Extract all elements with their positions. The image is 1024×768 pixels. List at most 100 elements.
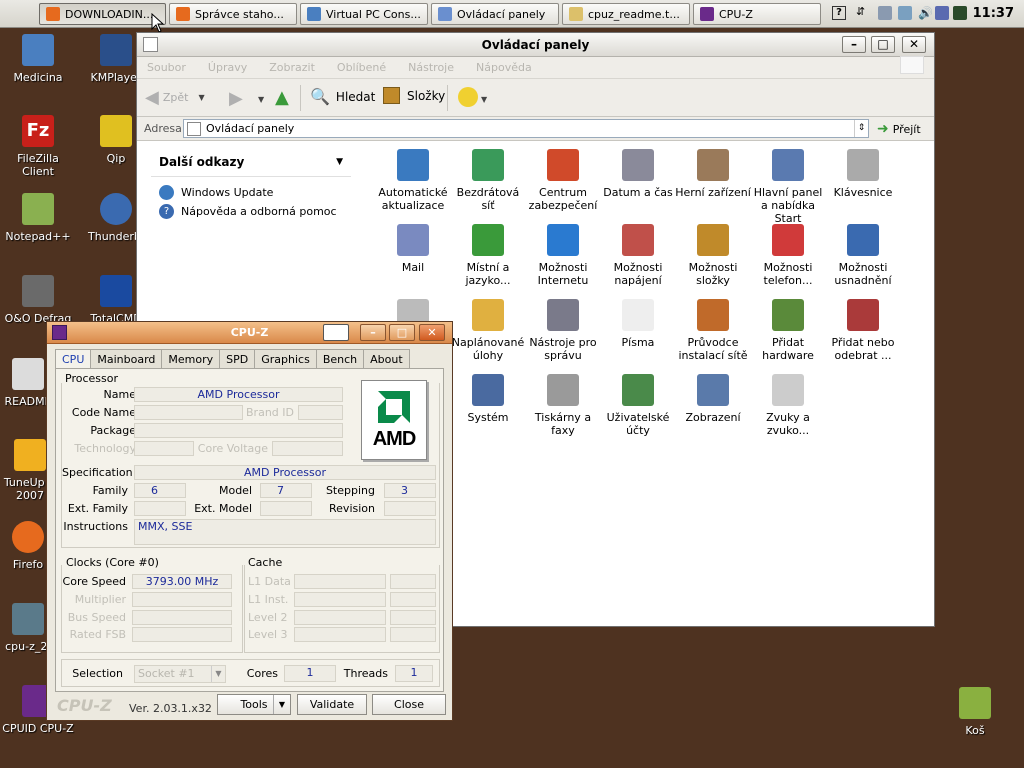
window-menu-button[interactable] [323, 324, 349, 341]
control-panel-item[interactable]: Uživatelské účty [600, 374, 676, 437]
menu-item-zobrazit[interactable]: Zobrazit [269, 61, 315, 74]
control-panel-item[interactable]: Bezdrátová síť [450, 149, 526, 212]
menu-item-soubor[interactable]: Soubor [147, 61, 186, 74]
control-panel-item[interactable]: Tiskárny a faxy [525, 374, 601, 437]
tab-memory[interactable]: Memory [161, 349, 221, 369]
minimize-button[interactable]: – [360, 324, 386, 341]
tools-button[interactable]: Tools ▼ [217, 694, 291, 715]
tab-graphics[interactable]: Graphics [254, 349, 317, 369]
name-label: Name [103, 388, 136, 401]
control-panel-item[interactable]: Datum a čas [600, 149, 676, 199]
address-bar: Adresa Ovládací panely ⇕ ➜ Přejít [137, 117, 934, 141]
control-panel-item[interactable]: Automatické aktualizace [375, 149, 451, 212]
control-panel-item[interactable]: Přidat hardware [750, 299, 826, 362]
control-panel-item-icon [397, 224, 429, 256]
menu-item-upravy[interactable]: Úpravy [208, 61, 247, 74]
chevron-down-icon[interactable]: ▼ [198, 93, 204, 102]
chevron-down-icon[interactable]: ▼ [258, 95, 264, 104]
control-panel-item[interactable]: Naplánované úlohy [450, 299, 526, 362]
tab-mainboard[interactable]: Mainboard [90, 349, 163, 369]
close-button[interactable]: ✕ [902, 36, 926, 53]
control-panel-item-icon [547, 299, 579, 331]
clock[interactable]: 11:37 [973, 6, 1014, 21]
menu-item-napoveda[interactable]: Nápověda [476, 61, 532, 74]
chevron-down-icon[interactable]: ▼ [481, 95, 487, 104]
taskbar-button-control-panel[interactable]: Ovládací panely [431, 3, 559, 25]
volume-icon[interactable]: 🔊 [918, 6, 933, 20]
control-panel-item[interactable]: Systém [450, 374, 526, 424]
control-panel-item[interactable]: Přidat nebo odebrat ... [825, 299, 901, 362]
tab-bench[interactable]: Bench [315, 349, 365, 369]
control-panel-item[interactable]: Klávesnice [825, 149, 901, 199]
control-panel-item[interactable]: Možnosti usnadnění [825, 224, 901, 287]
forward-arrow-icon[interactable]: ▶ [229, 88, 243, 109]
window-titlebar[interactable]: CPU-Z – □ ✕ [47, 322, 452, 344]
tab-spd[interactable]: SPD [219, 349, 256, 369]
control-panel-item-icon [622, 299, 654, 331]
window-titlebar[interactable]: Ovládací panely – □ ✕ [137, 33, 934, 57]
socket-select[interactable]: Socket #1 ▼ [134, 665, 226, 683]
validate-button[interactable]: Validate [297, 694, 367, 715]
desktop-icon-oo-defrag[interactable]: O&O Defrag [0, 275, 76, 325]
desktop-icon-recycle-bin[interactable]: Koš [937, 687, 1013, 737]
taskbar-button-readme[interactable]: cpuz_readme.t... [562, 3, 690, 25]
sidebar-link-label: Windows Update [181, 186, 274, 199]
folders-button[interactable]: Složky [383, 87, 445, 104]
taskbar-button-firefox-download[interactable]: DOWNLOADIN... [39, 3, 166, 25]
control-panel-item[interactable]: Možnosti složky [675, 224, 751, 287]
maximize-button[interactable]: □ [389, 324, 415, 341]
address-input[interactable]: Ovládací panely ⇕ [183, 119, 869, 138]
desktop-icon-medicina[interactable]: Medicina [0, 34, 76, 84]
network-wireless-icon[interactable] [898, 6, 912, 20]
desktop-icon-notepadpp[interactable]: Notepad++ [0, 193, 76, 243]
control-panel-item[interactable]: Nástroje pro správu [525, 299, 601, 362]
filezilla-icon: Fz [22, 115, 54, 147]
control-panel-item[interactable]: Možnosti telefon... [750, 224, 826, 287]
control-panel-item[interactable]: Průvodce instalací sítě [675, 299, 751, 362]
control-panel-item[interactable]: Možnosti napájení [600, 224, 676, 287]
close-button[interactable]: Close [372, 694, 446, 715]
sidebar-link-windows-update[interactable]: Windows Update [151, 185, 351, 200]
battery-icon[interactable] [953, 6, 967, 20]
close-button[interactable]: ✕ [419, 324, 445, 341]
sidebar-link-help[interactable]: ? Nápověda a odborná pomoc [151, 204, 351, 219]
control-panel-item[interactable]: Možnosti Internetu [525, 224, 601, 287]
tab-about[interactable]: About [363, 349, 410, 369]
go-button[interactable]: ➜ Přejít [877, 121, 921, 137]
taskbar-button-download-manager[interactable]: Správce staho... [169, 3, 297, 25]
control-panel-item[interactable]: Zvuky a zvuko... [750, 374, 826, 437]
views-icon[interactable] [458, 87, 478, 107]
control-panel-item-label: Mail [401, 261, 425, 274]
chevron-down-icon[interactable]: ⇕ [854, 120, 868, 137]
control-panel-item-icon [847, 224, 879, 256]
control-panel-item[interactable]: Mail [375, 224, 451, 274]
control-panel-item[interactable]: Hlavní panel a nabídka Start [750, 149, 826, 225]
maximize-button[interactable]: □ [871, 36, 895, 53]
back-button[interactable]: ◀ Zpět ▼ [145, 87, 205, 108]
control-panel-item[interactable]: Zobrazení [675, 374, 751, 424]
control-panel-item[interactable]: Herní zařízení [675, 149, 751, 199]
help-icon[interactable]: ? [832, 6, 846, 20]
clipboard-icon[interactable]: ⇵ [856, 6, 870, 20]
taskbar-button-cpuz[interactable]: CPU-Z [693, 3, 821, 25]
desktop-icon-filezilla[interactable]: Fz FileZilla Client [0, 115, 76, 178]
bluetooth-icon[interactable] [935, 6, 949, 20]
desktop-icon-label: Koš [965, 724, 985, 737]
control-panel-item[interactable]: Písma [600, 299, 676, 349]
tab-cpu[interactable]: CPU [55, 349, 92, 369]
search-button[interactable]: 🔍 Hledat [310, 87, 375, 106]
chevron-down-icon[interactable]: ▼ [336, 155, 343, 176]
up-folder-icon[interactable]: ▲ [275, 87, 289, 108]
menu-item-nastroje[interactable]: Nástroje [408, 61, 454, 74]
control-panel-item-icon [472, 299, 504, 331]
menu-item-oblibene[interactable]: Oblíbené [337, 61, 386, 74]
minimize-button[interactable]: – [842, 36, 866, 53]
network-icon[interactable] [878, 6, 892, 20]
control-panel-item[interactable]: Centrum zabezpečení [525, 149, 601, 212]
brand-id-label: Brand ID [246, 406, 294, 419]
sidebar-header[interactable]: Další odkazy ▼ [151, 155, 351, 177]
control-panel-item-label: Nástroje pro správu [529, 336, 597, 362]
taskbar-button-virtual-pc[interactable]: Virtual PC Cons... [300, 3, 428, 25]
package-label: Package [90, 424, 136, 437]
control-panel-item[interactable]: Místní a jazyko... [450, 224, 526, 287]
